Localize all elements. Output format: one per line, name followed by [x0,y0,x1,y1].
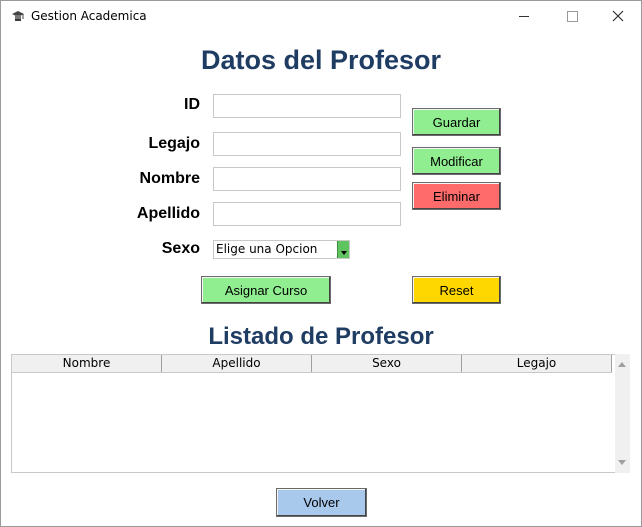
column-header-nombre[interactable]: Nombre [12,355,162,372]
nombre-field[interactable] [213,167,401,191]
main-window: Gestion Academica Datos del Profesor ID … [0,0,642,527]
minimize-icon [519,15,529,17]
asignar-curso-button[interactable]: Asignar Curso [201,276,331,304]
apellido-label: Apellido [136,205,200,222]
guardar-button[interactable]: Guardar [412,108,501,136]
table-header: Nombre Apellido Sexo Legajo [12,355,612,373]
chevron-down-icon[interactable] [337,241,349,258]
sexo-select-value: Elige una Opcion [216,242,318,256]
table-scrollbar[interactable] [615,354,630,473]
minimize-button[interactable] [501,1,547,31]
legajo-field[interactable] [213,132,401,156]
volver-button[interactable]: Volver [276,488,367,517]
scroll-up-icon[interactable] [618,362,626,367]
page-title: Datos del Profesor [200,45,442,75]
apellido-field[interactable] [213,202,401,226]
column-header-legajo[interactable]: Legajo [462,355,612,372]
list-title: Listado de Profesor [208,323,434,350]
sexo-select[interactable]: Elige una Opcion [213,240,350,259]
title-bar: Gestion Academica [1,1,641,31]
graduation-cap-icon [12,11,24,21]
id-label: ID [184,96,200,113]
sexo-label: Sexo [161,240,200,257]
close-icon [612,10,624,22]
nombre-label: Nombre [139,170,200,187]
close-button[interactable] [595,1,641,31]
reset-button[interactable]: Reset [412,276,501,304]
id-field[interactable] [213,94,401,118]
column-header-sexo[interactable]: Sexo [312,355,462,372]
profesor-table[interactable]: Nombre Apellido Sexo Legajo [11,354,617,473]
maximize-icon [566,10,578,22]
scroll-down-icon[interactable] [618,460,626,465]
maximize-button[interactable] [549,1,595,31]
modificar-button[interactable]: Modificar [412,147,501,175]
legajo-label: Legajo [148,135,200,152]
window-title: Gestion Academica [31,9,147,23]
eliminar-button[interactable]: Eliminar [412,182,501,210]
column-header-apellido[interactable]: Apellido [162,355,312,372]
